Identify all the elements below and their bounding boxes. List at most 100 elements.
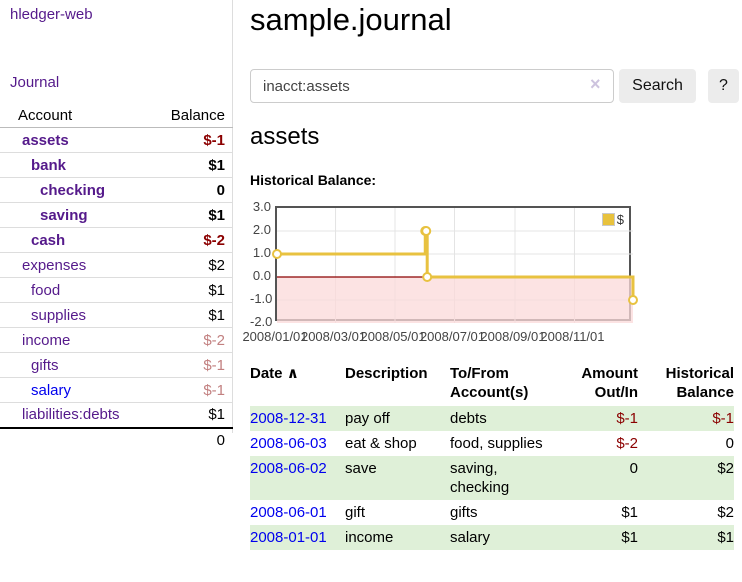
transaction-amount: 0 [558, 456, 638, 500]
account-balance: $-1 [150, 378, 233, 403]
legend-swatch-icon [602, 213, 615, 226]
chart-plot: $ [275, 206, 631, 321]
account-row: bank $1 [0, 153, 233, 178]
register-row: 2008-12-31 pay off debts $-1 $-1 [250, 406, 734, 431]
account-link-assets[interactable]: assets [22, 132, 69, 149]
transaction-accounts: food, supplies [450, 431, 558, 456]
account-row: checking 0 [0, 178, 233, 203]
transaction-amount: $1 [558, 525, 638, 550]
chart-y-tick-label: 2.0 [250, 222, 271, 237]
account-balance: $-1 [150, 353, 233, 378]
accounts-total-value: 0 [150, 428, 233, 453]
register-row: 2008-06-03 eat & shop food, supplies $-2… [250, 431, 734, 456]
account-row: saving$1 [0, 203, 233, 228]
transaction-balance: $1 [638, 525, 734, 550]
register-table: Date ∧ Description To/FromAccount(s) Amo… [250, 360, 734, 550]
brand-link[interactable]: hledger-web [10, 6, 93, 23]
register-header-amount: AmountOut/In [558, 360, 638, 406]
transaction-date-link[interactable]: 2008-06-02 [250, 460, 327, 477]
register-header-description: Description [345, 360, 450, 406]
accounts-total-row: 0 [0, 428, 233, 453]
register-header-accounts: To/FromAccount(s) [450, 360, 558, 406]
account-heading: assets [250, 122, 319, 152]
transaction-accounts: gifts [450, 500, 558, 525]
account-link-cash[interactable]: cash [31, 232, 65, 249]
register-header-row: Date ∧ Description To/FromAccount(s) Amo… [250, 360, 734, 406]
accounts-header-account: Account [0, 104, 150, 128]
transaction-description: income [345, 525, 450, 550]
transaction-balance: 0 [638, 431, 734, 456]
search-button[interactable]: Search [619, 69, 696, 103]
account-row: supplies $1 [0, 303, 233, 328]
account-link-checking[interactable]: checking [40, 182, 105, 199]
account-balance: $1 [150, 278, 233, 303]
account-balance: $1 [150, 303, 233, 328]
account-row: cash $-2 [0, 228, 233, 253]
nav-journal-link[interactable]: Journal [10, 74, 59, 91]
transaction-description: pay off [345, 406, 450, 431]
chart-y-tick-label: 0.0 [250, 268, 271, 283]
account-row: gifts $-1 [0, 353, 233, 378]
sort-asc-icon: ∧ [287, 365, 299, 382]
account-balance: $-1 [150, 128, 233, 153]
help-button[interactable]: ? [708, 69, 739, 103]
account-balance: $1 [150, 403, 233, 428]
chart-x-tick-label: 2008/11/01 [536, 329, 608, 344]
account-link-gifts[interactable]: gifts [31, 357, 59, 374]
historical-balance-chart: 3.02.01.00.0-1.0-2.0 $ 2008/01/012008/03… [250, 200, 742, 346]
sidebar: hledger-web Journal Account Balance asse… [0, 0, 233, 433]
account-link-expenses[interactable]: expenses [22, 257, 86, 274]
account-row: expenses $2 [0, 253, 233, 278]
chart-y-tick-label: -2.0 [250, 314, 271, 329]
transaction-date-link[interactable]: 2008-06-01 [250, 504, 327, 521]
register-row: 2008-01-01 income salary $1 $1 [250, 525, 734, 550]
transaction-date-link[interactable]: 2008-01-01 [250, 529, 327, 546]
accounts-table: Account Balance assets $-1 bank $1 checkin… [0, 104, 233, 453]
chart-y-tick-label: -1.0 [250, 291, 271, 306]
account-row: salary $-1 [0, 378, 233, 403]
transaction-date-link[interactable]: 2008-06-03 [250, 435, 327, 452]
account-link-food[interactable]: food [31, 282, 60, 299]
chart-title: Historical Balance: [250, 172, 376, 188]
account-row: income $-2 [0, 328, 233, 353]
register-row: 2008-06-02 save saving, checking 0 $2 [250, 456, 734, 500]
accounts-header-row: Account Balance [0, 104, 233, 128]
transaction-balance: $-1 [638, 406, 734, 431]
legend-label: $ [617, 212, 624, 227]
transaction-accounts: salary [450, 525, 558, 550]
transaction-accounts: saving, checking [450, 456, 558, 500]
account-link-saving[interactable]: saving [40, 207, 88, 224]
transaction-description: eat & shop [345, 431, 450, 456]
account-balance: $-2 [150, 228, 233, 253]
account-balance: $-2 [150, 328, 233, 353]
transaction-amount: $1 [558, 500, 638, 525]
transaction-amount: $-2 [558, 431, 638, 456]
account-balance: 0 [150, 178, 233, 203]
account-row: assets $-1 [0, 128, 233, 153]
chart-y-tick-label: 3.0 [250, 199, 271, 214]
account-link-supplies[interactable]: supplies [31, 307, 86, 324]
chart-legend: $ [600, 211, 626, 228]
search-input[interactable] [250, 69, 614, 103]
account-link-bank[interactable]: bank [31, 157, 66, 174]
transaction-accounts: debts [450, 406, 558, 431]
transaction-amount: $-1 [558, 406, 638, 431]
account-row: liabilities:debts $1 [0, 403, 233, 428]
account-link-liabilities-debts[interactable]: liabilities:debts [22, 406, 120, 423]
register-header-date[interactable]: Date ∧ [250, 360, 345, 406]
account-link-salary[interactable]: salary [31, 382, 71, 399]
accounts-header-balance: Balance [150, 104, 233, 128]
account-link-income[interactable]: income [22, 332, 70, 349]
account-row: food $1 [0, 278, 233, 303]
page-title: sample.journal [250, 0, 452, 40]
register-row: 2008-06-01 gift gifts $1 $2 [250, 500, 734, 525]
transaction-description: save [345, 456, 450, 500]
chart-y-tick-label: 1.0 [250, 245, 271, 260]
transaction-description: gift [345, 500, 450, 525]
transaction-date-link[interactable]: 2008-12-31 [250, 410, 327, 427]
account-balance: $1 [150, 153, 233, 178]
account-balance: $2 [150, 253, 233, 278]
transaction-balance: $2 [638, 500, 734, 525]
clear-search-icon[interactable]: × [590, 74, 601, 94]
transaction-balance: $2 [638, 456, 734, 500]
